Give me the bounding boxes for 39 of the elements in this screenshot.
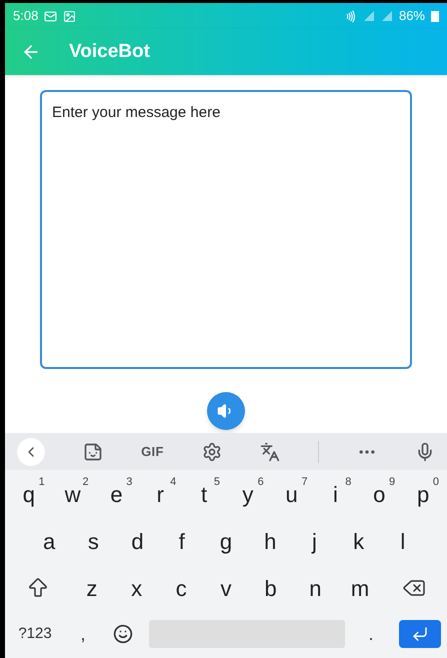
keyboard-key[interactable]: c — [158, 566, 204, 610]
keyboard-key[interactable]: f — [160, 519, 204, 563]
settings-icon[interactable] — [202, 442, 222, 462]
keyboard-key[interactable]: x — [114, 566, 159, 610]
symbols-key[interactable]: ?123 — [7, 614, 63, 654]
keyboard-key[interactable]: m — [338, 566, 382, 610]
enter-icon — [411, 625, 429, 643]
status-time: 5:08 — [13, 7, 38, 26]
enter-key[interactable] — [399, 620, 441, 648]
keyboard-key[interactable]: z — [70, 566, 114, 610]
keyboard-key[interactable]: i 8 — [314, 472, 358, 516]
app-title: VoiceBot — [69, 40, 150, 64]
keyboard-key[interactable]: l — [380, 519, 425, 563]
keyboard-key[interactable]: k — [336, 519, 381, 563]
keyboard-key[interactable]: t 5 — [182, 472, 226, 516]
keyboard-key[interactable]: . — [351, 614, 391, 654]
signal-icon — [380, 10, 393, 22]
keyboard-key[interactable]: s — [71, 519, 116, 563]
keyboard-key[interactable]: j — [292, 519, 337, 563]
mail-icon — [44, 10, 58, 22]
sticker-icon[interactable] — [83, 442, 104, 462]
smiley-icon — [113, 624, 133, 644]
keyboard-key[interactable]: v — [204, 566, 248, 610]
keyboard-key[interactable]: d — [115, 519, 160, 563]
keyboard-key[interactable]: , — [63, 614, 103, 654]
keyboard-key[interactable]: a — [27, 519, 72, 563]
message-input[interactable]: Enter your message here — [40, 90, 412, 369]
battery-icon — [431, 10, 439, 22]
battery-percentage: 86% — [398, 7, 425, 26]
keyboard-key[interactable]: r 4 — [138, 472, 182, 516]
speak-button[interactable] — [207, 392, 245, 430]
keyboard-key[interactable]: g — [204, 519, 248, 563]
image-icon — [63, 10, 76, 22]
translate-icon[interactable] — [260, 442, 280, 462]
keyboard-key[interactable]: h — [248, 519, 292, 563]
signal-icon — [362, 10, 375, 22]
gif-button[interactable]: GIF — [141, 442, 164, 462]
keyboard-key[interactable]: n — [293, 566, 338, 610]
keyboard-key[interactable]: b — [248, 566, 294, 610]
